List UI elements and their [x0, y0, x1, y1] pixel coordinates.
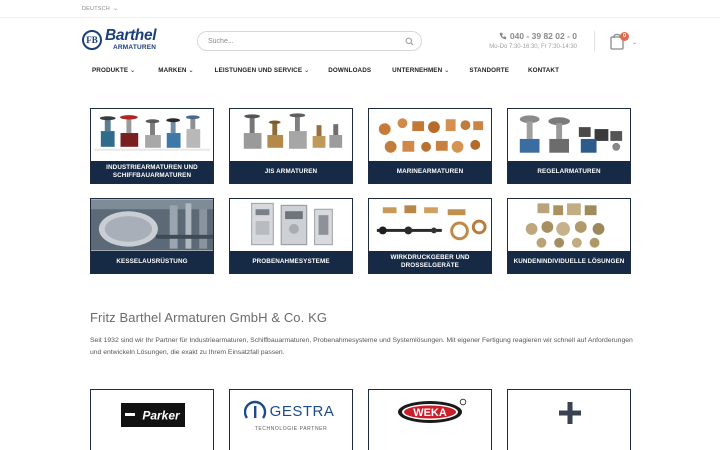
weka-logo: WEKA — [398, 398, 467, 423]
chevron-down-icon: ⌄ — [112, 6, 119, 12]
nav-label: PRODUKTE — [92, 67, 129, 74]
partner-parker[interactable]: Parker — [90, 389, 214, 450]
nav-item-unternehmen[interactable]: UNTERNEHMEN ⌄ — [392, 67, 449, 83]
gestra-tagline: TECHNOLOGIE PARTNER — [254, 426, 328, 432]
category-label: PROBENAHMESYSTEME — [230, 251, 352, 273]
custom-solutions-image — [525, 203, 605, 248]
category-tile-marinearmaturen[interactable]: MARINEARMATUREN — [368, 108, 492, 184]
category-tile-regelarmaturen[interactable]: REGELARMATUREN — [507, 108, 631, 184]
phone-text: 040 - 39 82 02 - 0 — [509, 31, 577, 41]
category-label: KESSELAUSRÜSTUNG — [91, 251, 213, 273]
category-label: REGELARMATUREN — [508, 161, 630, 183]
control-valves-image — [519, 115, 623, 153]
logo-subtitle: ARMATUREN — [113, 44, 157, 51]
category-tile-jis-armaturen[interactable]: JIS ARMATUREN — [229, 108, 353, 184]
top-bar: DEUTSCH ⌄ — [0, 0, 720, 18]
nav-item-marken[interactable]: MARKEN ⌄ — [158, 67, 193, 83]
category-tile-probenahmesysteme[interactable]: PROBENAHMESYSTEME — [229, 198, 353, 274]
partner-weka[interactable]: WEKA — [368, 389, 492, 450]
weka-wordmark: WEKA — [413, 407, 447, 419]
boiler-equipment-image — [91, 199, 213, 251]
category-tile-kundenindividuelle-loesungen[interactable]: KUNDENINDIVIDUELLE LÖSUNGEN — [507, 198, 631, 274]
chevron-down-icon: ⌄ — [304, 68, 310, 74]
jis-valves-image — [243, 113, 343, 149]
logo-mark-icon: FB — [82, 30, 102, 50]
language-label: DEUTSCH — [82, 6, 110, 12]
category-tile-kesselausruestung[interactable]: KESSELAUSRÜSTUNG — [90, 198, 214, 274]
nav-label: UNTERNEHMEN — [392, 67, 443, 74]
company-title: Fritz Barthel Armaturen GmbH & Co. KG — [90, 310, 328, 325]
company-description: Seit 1932 sind wir Ihr Partner für Indus… — [90, 337, 633, 356]
chevron-down-icon: ⌄ — [188, 68, 194, 74]
category-tile-industriearmaturen[interactable]: INDUSTRIEARMATUREN UND SCHIFFBAUARMATURE… — [90, 108, 214, 184]
marine-valves-image — [378, 118, 484, 153]
industrial-valves-image — [93, 115, 211, 151]
cart-count-badge: 0 — [620, 32, 629, 41]
category-tile-wirkdruckgeber[interactable]: WIRKDRUCKGEBER UND DROSSELGERÄTE — [368, 198, 492, 274]
cart-chevron-down-icon[interactable]: ⌄ — [632, 39, 637, 46]
nav-label: LEISTUNGEN UND SERVICE — [214, 67, 303, 74]
nav-item-downloads[interactable]: DOWNLOADS — [328, 67, 371, 83]
contact-info: 040 - 39 82 02 - 0 Mo-Do 7:30-16:30, Fr … — [489, 31, 577, 50]
category-label: WIRKDRUCKGEBER UND DROSSELGERÄTE — [369, 251, 491, 273]
main-navigation: PRODUKTE ⌄ MARKEN ⌄ LEISTUNGEN UND SERVICE… — [82, 67, 559, 83]
gestra-wordmark: GESTRA — [270, 403, 335, 420]
nav-label: MARKEN — [158, 67, 187, 74]
language-selector[interactable]: DEUTSCH ⌄ — [82, 5, 118, 12]
opening-hours: Mo-Do 7:30-16:30, Fr 7:30-14:30 — [489, 44, 577, 50]
sampling-systems-image — [251, 202, 333, 246]
brand-logo[interactable]: FB Barthel ARMATUREN — [82, 27, 172, 53]
partner-gestra[interactable]: GESTRA TECHNOLOGIE PARTNER — [229, 389, 353, 450]
registered-mark-icon — [459, 398, 467, 406]
partner-more[interactable] — [507, 389, 631, 450]
parker-wordmark: Parker — [142, 409, 181, 423]
logo-name: Barthel — [105, 27, 157, 44]
nav-item-kontakt[interactable]: KONTAKT — [528, 67, 559, 83]
nav-label: STANDORTE — [469, 67, 510, 74]
differential-pressure-devices-image — [376, 205, 487, 241]
parker-logo: Parker — [121, 403, 185, 427]
search-icon[interactable] — [405, 37, 414, 46]
chevron-down-icon: ⌄ — [130, 68, 136, 74]
category-label: KUNDENINDIVIDUELLE LÖSUNGEN — [508, 251, 630, 273]
nav-item-produkte[interactable]: PRODUKTE ⌄ — [92, 67, 135, 83]
nav-label: KONTAKT — [528, 67, 560, 74]
header-divider — [594, 31, 595, 51]
search-input[interactable] — [208, 36, 398, 47]
category-label: MARINEARMATUREN — [369, 161, 491, 183]
plus-icon — [559, 402, 581, 424]
phone-icon — [499, 32, 507, 40]
search-box — [197, 31, 422, 51]
category-label: JIS ARMATUREN — [230, 161, 352, 183]
category-label: INDUSTRIEARMATUREN UND SCHIFFBAUARMATURE… — [91, 161, 213, 183]
gestra-logo: GESTRA — [244, 400, 335, 420]
nav-item-leistungen[interactable]: LEISTUNGEN UND SERVICE ⌄ — [215, 67, 310, 83]
phone-number[interactable]: 040 - 39 82 02 - 0 — [489, 31, 577, 41]
chevron-down-icon: ⌄ — [444, 68, 450, 74]
nav-label: DOWNLOADS — [328, 67, 372, 74]
nav-item-standorte[interactable]: STANDORTE — [469, 67, 509, 83]
